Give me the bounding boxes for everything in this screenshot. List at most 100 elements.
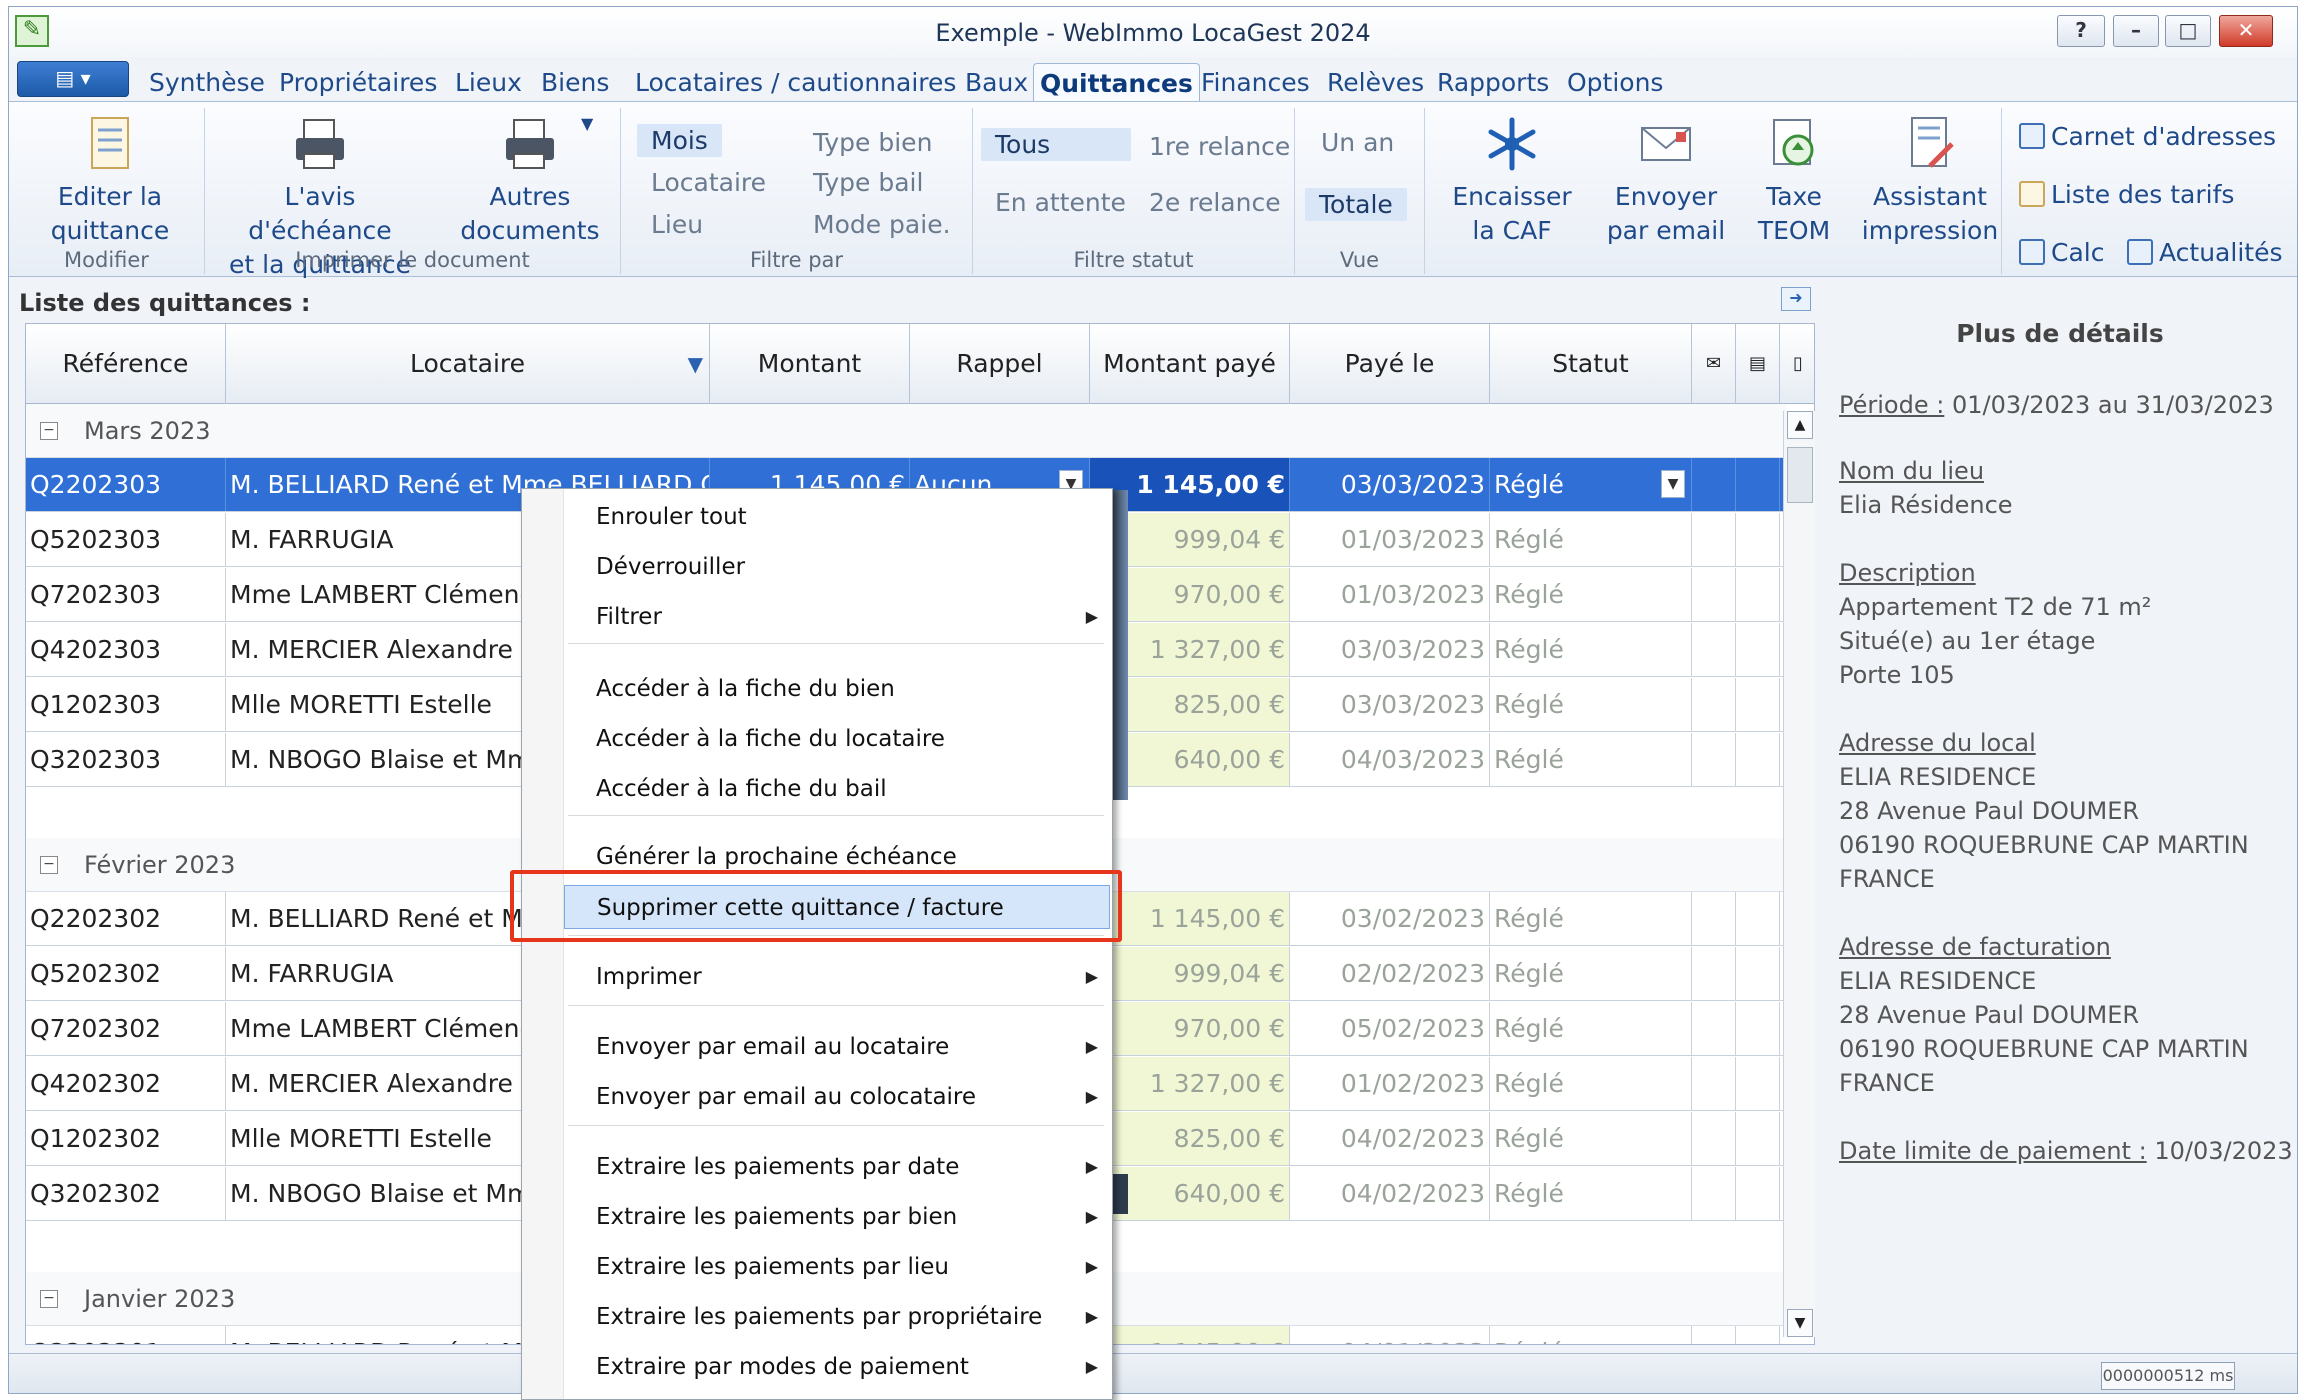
col-reminder[interactable]: Rappel bbox=[910, 324, 1090, 404]
cell-payment-status[interactable]: Réglé bbox=[1490, 623, 1692, 676]
col-print-icon[interactable]: ▯ bbox=[1780, 324, 1814, 404]
caf-button[interactable]: Encaisser la CAF bbox=[1437, 114, 1587, 248]
maximize-button[interactable]: □ bbox=[2165, 15, 2211, 47]
cell-reference[interactable]: Q2202303 bbox=[26, 458, 226, 511]
cell-payment-status[interactable]: Réglé ▼ bbox=[1490, 458, 1692, 511]
cell-payment-status[interactable]: Réglé bbox=[1490, 513, 1692, 566]
col-tenant[interactable]: Locataire ▼ bbox=[226, 324, 710, 404]
cell-icon-slot[interactable] bbox=[1736, 678, 1780, 731]
tab-options[interactable]: Options bbox=[1561, 63, 1669, 101]
cell-icon-slot[interactable] bbox=[1736, 1002, 1780, 1055]
cell-payment-status[interactable]: Réglé bbox=[1490, 892, 1692, 945]
address-book-link[interactable]: Carnet d'adresses bbox=[2019, 122, 2276, 151]
tab-proprietaires[interactable]: Propriétaires bbox=[273, 63, 443, 101]
app-menu-button[interactable]: ▤ ▾ bbox=[17, 61, 129, 97]
cell-icon-slot[interactable] bbox=[1736, 568, 1780, 621]
cell-paid-date[interactable]: 01/02/2023 bbox=[1290, 1057, 1490, 1110]
cell-paid-amount[interactable]: 825,00 € bbox=[1090, 1112, 1290, 1165]
context-menu-item[interactable]: Enrouler tout bbox=[564, 495, 1110, 539]
cell-icon-slot[interactable] bbox=[1692, 1112, 1736, 1165]
tab-finances[interactable]: Finances bbox=[1195, 63, 1316, 101]
cell-icon-slot[interactable] bbox=[1692, 1167, 1736, 1220]
cell-paid-date[interactable]: 05/02/2023 bbox=[1290, 1002, 1490, 1055]
dropdown-arrow-icon[interactable]: ▼ bbox=[1661, 470, 1685, 498]
cell-icon-slot[interactable] bbox=[1692, 1002, 1736, 1055]
cell-icon-slot[interactable] bbox=[1692, 733, 1736, 786]
cell-paid-date[interactable]: 04/03/2023 bbox=[1290, 733, 1490, 786]
cell-paid-amount[interactable]: 1 145,00 € bbox=[1090, 1326, 1290, 1344]
view-total[interactable]: Totale bbox=[1305, 188, 1407, 221]
cell-reference[interactable]: Q2202301 bbox=[26, 1326, 226, 1344]
minimize-button[interactable]: – bbox=[2113, 15, 2159, 47]
close-button[interactable]: ✕ bbox=[2219, 15, 2273, 47]
context-menu-item[interactable]: Accéder à la fiche du bien bbox=[564, 667, 1110, 711]
context-menu-item[interactable]: Accéder à la fiche du bail bbox=[564, 767, 1110, 811]
tab-quittances[interactable]: Quittances bbox=[1033, 63, 1200, 101]
context-menu-item[interactable]: Extraire les paiements par lieu ▶ bbox=[564, 1245, 1110, 1289]
tab-locataires[interactable]: Locataires / cautionnaires bbox=[629, 63, 962, 101]
cell-icon-slot[interactable] bbox=[1692, 678, 1736, 731]
cell-payment-status[interactable]: Réglé bbox=[1490, 733, 1692, 786]
expand-panel-icon[interactable]: ➜ bbox=[1781, 287, 1811, 311]
cell-icon-slot[interactable] bbox=[1736, 1057, 1780, 1110]
filter-property-type[interactable]: Type bien bbox=[813, 128, 932, 157]
cell-icon-slot[interactable] bbox=[1736, 947, 1780, 1000]
calc-link[interactable]: Calc bbox=[2019, 238, 2104, 267]
col-email-icon[interactable]: ✉ bbox=[1692, 324, 1736, 404]
cell-reference[interactable]: Q3202302 bbox=[26, 1167, 226, 1220]
filter-payment-mode[interactable]: Mode paie. bbox=[813, 210, 951, 239]
cell-payment-status[interactable]: Réglé bbox=[1490, 1057, 1692, 1110]
news-link[interactable]: Actualités bbox=[2127, 238, 2282, 267]
cell-icon-slot[interactable] bbox=[1736, 623, 1780, 676]
cell-icon-slot[interactable] bbox=[1692, 513, 1736, 566]
view-one-year[interactable]: Un an bbox=[1321, 128, 1394, 157]
cell-icon-slot[interactable] bbox=[1692, 947, 1736, 1000]
cell-paid-date[interactable]: 04/02/2023 bbox=[1290, 1167, 1490, 1220]
cell-icon-slot[interactable] bbox=[1736, 733, 1780, 786]
cell-icon-slot[interactable] bbox=[1736, 1112, 1780, 1165]
context-menu-item[interactable]: Envoyer par email au locataire ▶ bbox=[564, 1025, 1110, 1069]
send-email-button[interactable]: Envoyer par email bbox=[1593, 114, 1739, 248]
context-menu-item[interactable]: Déverrouiller bbox=[564, 545, 1110, 589]
cell-reference[interactable]: Q1202302 bbox=[26, 1112, 226, 1165]
col-notes-icon[interactable]: ▤ bbox=[1736, 324, 1780, 404]
filter-month[interactable]: Mois bbox=[637, 124, 722, 157]
cell-paid-amount[interactable]: 1 327,00 € bbox=[1090, 1057, 1290, 1110]
cell-paid-date[interactable]: 03/03/2023 bbox=[1290, 678, 1490, 731]
context-menu-item[interactable]: Extraire les paiements par bien ▶ bbox=[564, 1195, 1110, 1239]
tab-lieux[interactable]: Lieux bbox=[449, 63, 528, 101]
cell-reference[interactable]: Q7202303 bbox=[26, 568, 226, 621]
cell-reference[interactable]: Q4202303 bbox=[26, 623, 226, 676]
cell-icon-slot[interactable] bbox=[1736, 458, 1780, 511]
tab-rapports[interactable]: Rapports bbox=[1431, 63, 1555, 101]
context-menu-item[interactable]: Extraire les paiements par propriétaire ▶ bbox=[564, 1295, 1110, 1339]
cell-payment-status[interactable]: Réglé bbox=[1490, 1112, 1692, 1165]
cell-payment-status[interactable]: Réglé bbox=[1490, 1002, 1692, 1055]
col-payment-status[interactable]: Statut paiement bbox=[1490, 324, 1692, 458]
cell-reference[interactable]: Q5202302 bbox=[26, 947, 226, 1000]
print-assistant-button[interactable]: Assistant impression bbox=[1855, 114, 2005, 248]
cell-icon-slot[interactable] bbox=[1692, 568, 1736, 621]
teom-tax-button[interactable]: Taxe TEOM bbox=[1739, 114, 1849, 248]
cell-icon-slot[interactable] bbox=[1692, 892, 1736, 945]
group-header-row[interactable]: − Mars 2023 bbox=[26, 404, 1786, 458]
scroll-up-icon[interactable]: ▲ bbox=[1787, 411, 1813, 439]
tab-releves[interactable]: Relèves bbox=[1321, 63, 1430, 101]
cell-reference[interactable]: Q1202303 bbox=[26, 678, 226, 731]
col-paid-date[interactable]: Payé le bbox=[1290, 324, 1490, 404]
cell-payment-status[interactable]: Réglé bbox=[1490, 1326, 1692, 1344]
cell-icon-slot[interactable] bbox=[1692, 458, 1736, 511]
cell-payment-status[interactable]: Réglé bbox=[1490, 947, 1692, 1000]
status-all[interactable]: Tous bbox=[981, 128, 1131, 161]
edit-receipt-button[interactable]: Editer la quittance bbox=[25, 114, 195, 248]
status-reminder-1[interactable]: 1re relance bbox=[1149, 132, 1290, 161]
cell-payment-status[interactable]: Réglé bbox=[1490, 678, 1692, 731]
collapse-icon[interactable]: − bbox=[40, 856, 58, 874]
cell-paid-amount[interactable]: 970,00 € bbox=[1090, 1002, 1290, 1055]
grid-scrollbar[interactable]: ▲ ▼ bbox=[1783, 411, 1815, 1337]
collapse-icon[interactable]: − bbox=[40, 1290, 58, 1308]
filter-lease-type[interactable]: Type bail bbox=[813, 168, 923, 197]
other-documents-button[interactable]: Autres documents bbox=[455, 114, 605, 248]
scroll-down-icon[interactable]: ▼ bbox=[1787, 1309, 1813, 1337]
help-button[interactable]: ? bbox=[2057, 15, 2105, 47]
